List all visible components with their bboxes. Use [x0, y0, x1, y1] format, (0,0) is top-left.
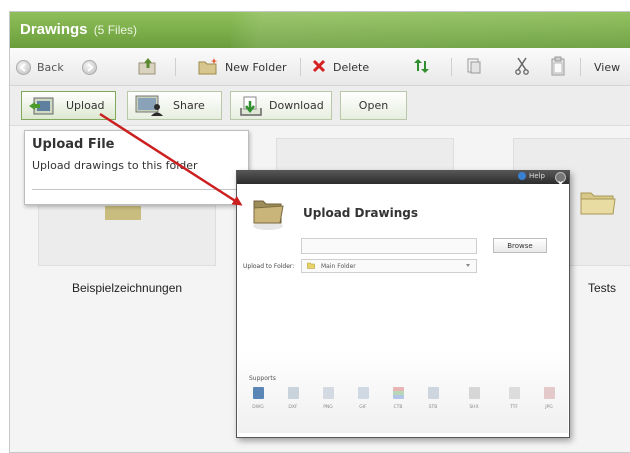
- format-label: SHX: [469, 405, 479, 410]
- toolbar-separator: [580, 58, 581, 76]
- share-label: Share: [173, 99, 205, 112]
- folder-label: Tests: [588, 281, 617, 295]
- folder-icon: [580, 189, 616, 219]
- open-label: Open: [358, 99, 389, 112]
- forward-button[interactable]: [82, 48, 97, 86]
- upload-label: Upload: [66, 99, 105, 112]
- share-icon: [135, 95, 165, 117]
- upload-icon: [28, 97, 54, 115]
- open-button[interactable]: Open: [340, 91, 407, 120]
- help-label: Help: [529, 172, 545, 180]
- dxf-file-icon: [287, 387, 299, 399]
- format-stb: STB: [420, 387, 446, 423]
- png-file-icon: [322, 387, 334, 399]
- toolbar: Back New Folder Delete View: [10, 48, 630, 86]
- tooltip-divider: [32, 189, 241, 190]
- format-gif: GIF: [350, 387, 376, 423]
- move-arrows-icon: [412, 58, 430, 76]
- format-label: PNG: [323, 405, 333, 410]
- window-title: Drawings (5 Files): [20, 21, 137, 38]
- folder-icon: [251, 193, 285, 235]
- format-label: DWG: [252, 405, 264, 410]
- move-button[interactable]: [412, 48, 430, 86]
- file-count: (5 Files): [93, 23, 138, 37]
- view-button[interactable]: View: [594, 48, 620, 86]
- help-button[interactable]: Help: [518, 172, 545, 180]
- format-label: CTB: [393, 405, 403, 410]
- shx-file-icon: [468, 387, 480, 399]
- upload-to-folder-label: Upload to Folder:: [243, 263, 295, 270]
- title-bar: Drawings (5 Files): [10, 12, 630, 48]
- format-dwg: DWG: [245, 387, 271, 423]
- close-icon: [556, 173, 565, 192]
- delete-label: Delete: [333, 60, 370, 74]
- new-folder-button[interactable]: New Folder: [198, 48, 286, 86]
- format-ttf: TTF: [501, 387, 527, 423]
- upload-button[interactable]: Upload: [21, 91, 116, 120]
- format-label: JPG: [545, 405, 553, 410]
- copy-icon: [466, 57, 482, 78]
- format-shx: SHX: [461, 387, 487, 423]
- folder-icon: [307, 262, 315, 271]
- format-jpg: JPG: [536, 387, 562, 423]
- cut-button[interactable]: [514, 48, 530, 86]
- dwg-file-icon: [252, 387, 264, 399]
- format-label: DXF: [288, 405, 298, 410]
- format-dxf: DXF: [280, 387, 306, 423]
- delete-x-icon: [312, 59, 326, 76]
- up-folder-icon: [138, 57, 158, 78]
- forward-arrow-icon: [82, 59, 97, 75]
- upload-dialog: Help Upload Drawings Browse Upload to Fo…: [236, 170, 570, 438]
- upload-tooltip: Upload File Upload drawings to this fold…: [24, 130, 249, 205]
- copy-button[interactable]: [466, 48, 482, 86]
- browse-button[interactable]: Browse: [493, 238, 547, 253]
- window-title-text: Drawings: [20, 21, 88, 38]
- up-folder-button[interactable]: [138, 48, 158, 86]
- share-button[interactable]: Share: [127, 91, 222, 120]
- format-label: GIF: [359, 405, 367, 410]
- file-path-input[interactable]: [301, 238, 477, 254]
- delete-button[interactable]: Delete: [312, 48, 369, 86]
- toolbar-separator: [451, 58, 452, 76]
- paste-icon: [550, 56, 566, 79]
- format-png: PNG: [315, 387, 341, 423]
- back-arrow-icon: [16, 59, 31, 75]
- paste-button[interactable]: [550, 48, 566, 86]
- ttf-file-icon: [508, 387, 520, 399]
- download-icon: [239, 96, 263, 116]
- format-label: TTF: [509, 405, 518, 410]
- back-button[interactable]: Back: [16, 48, 64, 86]
- tooltip-text: Upload drawings to this folder: [32, 159, 198, 172]
- dialog-title-bar: Help: [237, 171, 569, 186]
- supports-label: Supports: [249, 375, 276, 382]
- chevron-down-icon: [466, 264, 470, 267]
- gif-file-icon: [357, 387, 369, 399]
- view-label: View: [594, 60, 621, 74]
- folder-select-value: Main Folder: [321, 262, 356, 270]
- ctb-file-icon: [392, 387, 404, 399]
- new-folder-label: New Folder: [225, 60, 287, 74]
- folder-label: Beispielzeichnungen: [72, 281, 183, 295]
- jpg-file-icon: [543, 387, 555, 399]
- back-label: Back: [37, 60, 64, 74]
- toolbar-separator: [175, 58, 176, 76]
- action-bar: Upload Share Download Open: [10, 86, 630, 126]
- toolbar-separator: [300, 58, 301, 76]
- download-label: Download: [269, 99, 324, 112]
- new-folder-icon: [198, 57, 220, 78]
- format-label: STB: [428, 405, 438, 410]
- help-icon: [518, 172, 527, 180]
- folder-icon: [105, 205, 141, 224]
- close-button[interactable]: [555, 172, 566, 186]
- stb-file-icon: [427, 387, 439, 399]
- cut-scissors-icon: [514, 57, 530, 78]
- tooltip-title: Upload File: [32, 137, 115, 152]
- folder-select[interactable]: Main Folder: [301, 259, 477, 273]
- dialog-title: Upload Drawings: [303, 206, 419, 220]
- download-button[interactable]: Download: [230, 91, 332, 120]
- format-ctb: CTB: [385, 387, 411, 423]
